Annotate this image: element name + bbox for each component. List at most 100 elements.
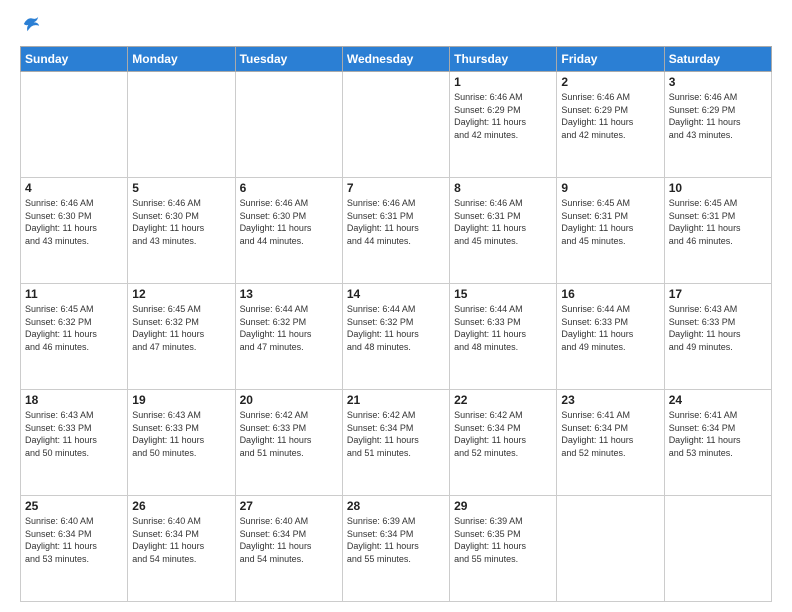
- day-sun-info: Sunrise: 6:46 AM Sunset: 6:29 PM Dayligh…: [669, 91, 767, 141]
- day-number: 14: [347, 287, 445, 301]
- day-number: 19: [132, 393, 230, 407]
- calendar-cell: 24 Sunrise: 6:41 AM Sunset: 6:34 PM Dayli…: [664, 390, 771, 496]
- day-number: 28: [347, 499, 445, 513]
- day-sun-info: Sunrise: 6:46 AM Sunset: 6:30 PM Dayligh…: [240, 197, 338, 247]
- day-number: 20: [240, 393, 338, 407]
- day-sun-info: Sunrise: 6:40 AM Sunset: 6:34 PM Dayligh…: [132, 515, 230, 565]
- calendar-cell: 14 Sunrise: 6:44 AM Sunset: 6:32 PM Dayli…: [342, 284, 449, 390]
- day-sun-info: Sunrise: 6:46 AM Sunset: 6:31 PM Dayligh…: [454, 197, 552, 247]
- day-sun-info: Sunrise: 6:44 AM Sunset: 6:33 PM Dayligh…: [454, 303, 552, 353]
- day-number: 1: [454, 75, 552, 89]
- day-number: 24: [669, 393, 767, 407]
- day-sun-info: Sunrise: 6:39 AM Sunset: 6:35 PM Dayligh…: [454, 515, 552, 565]
- day-number: 21: [347, 393, 445, 407]
- day-sun-info: Sunrise: 6:45 AM Sunset: 6:32 PM Dayligh…: [25, 303, 123, 353]
- day-sun-info: Sunrise: 6:46 AM Sunset: 6:31 PM Dayligh…: [347, 197, 445, 247]
- calendar-cell: 15 Sunrise: 6:44 AM Sunset: 6:33 PM Dayli…: [450, 284, 557, 390]
- day-number: 11: [25, 287, 123, 301]
- day-number: 26: [132, 499, 230, 513]
- day-sun-info: Sunrise: 6:42 AM Sunset: 6:34 PM Dayligh…: [454, 409, 552, 459]
- day-sun-info: Sunrise: 6:42 AM Sunset: 6:34 PM Dayligh…: [347, 409, 445, 459]
- day-sun-info: Sunrise: 6:39 AM Sunset: 6:34 PM Dayligh…: [347, 515, 445, 565]
- calendar-cell: 29 Sunrise: 6:39 AM Sunset: 6:35 PM Dayli…: [450, 496, 557, 602]
- calendar-cell: 4 Sunrise: 6:46 AM Sunset: 6:30 PM Daylig…: [21, 178, 128, 284]
- day-number: 2: [561, 75, 659, 89]
- day-sun-info: Sunrise: 6:46 AM Sunset: 6:29 PM Dayligh…: [454, 91, 552, 141]
- col-header-wednesday: Wednesday: [342, 47, 449, 72]
- day-number: 27: [240, 499, 338, 513]
- day-sun-info: Sunrise: 6:41 AM Sunset: 6:34 PM Dayligh…: [669, 409, 767, 459]
- calendar-cell: 10Sunrise: 6:45 AM Sunset: 6:31 PM Dayli…: [664, 178, 771, 284]
- day-number: 8: [454, 181, 552, 195]
- day-number: 9: [561, 181, 659, 195]
- calendar-week-row: 25Sunrise: 6:40 AM Sunset: 6:34 PM Dayli…: [21, 496, 772, 602]
- calendar-cell: 28 Sunrise: 6:39 AM Sunset: 6:34 PM Dayli…: [342, 496, 449, 602]
- calendar-cell: 5 Sunrise: 6:46 AM Sunset: 6:30 PM Daylig…: [128, 178, 235, 284]
- calendar-table: SundayMondayTuesdayWednesdayThursdayFrid…: [20, 46, 772, 602]
- calendar-header-row: SundayMondayTuesdayWednesdayThursdayFrid…: [21, 47, 772, 72]
- calendar-week-row: 4 Sunrise: 6:46 AM Sunset: 6:30 PM Daylig…: [21, 178, 772, 284]
- calendar-cell: 18 Sunrise: 6:43 AM Sunset: 6:33 PM Dayli…: [21, 390, 128, 496]
- calendar-cell: [557, 496, 664, 602]
- calendar-cell: 9Sunrise: 6:45 AM Sunset: 6:31 PM Daylig…: [557, 178, 664, 284]
- calendar-cell: 26 Sunrise: 6:40 AM Sunset: 6:34 PM Dayli…: [128, 496, 235, 602]
- calendar-cell: 20 Sunrise: 6:42 AM Sunset: 6:33 PM Dayli…: [235, 390, 342, 496]
- day-number: 3: [669, 75, 767, 89]
- calendar-cell: 21 Sunrise: 6:42 AM Sunset: 6:34 PM Dayli…: [342, 390, 449, 496]
- day-number: 15: [454, 287, 552, 301]
- day-number: 18: [25, 393, 123, 407]
- day-sun-info: Sunrise: 6:46 AM Sunset: 6:30 PM Dayligh…: [25, 197, 123, 247]
- calendar-cell: [664, 496, 771, 602]
- day-sun-info: Sunrise: 6:43 AM Sunset: 6:33 PM Dayligh…: [25, 409, 123, 459]
- day-sun-info: Sunrise: 6:43 AM Sunset: 6:33 PM Dayligh…: [132, 409, 230, 459]
- day-sun-info: Sunrise: 6:40 AM Sunset: 6:34 PM Dayligh…: [240, 515, 338, 565]
- day-number: 4: [25, 181, 123, 195]
- day-number: 23: [561, 393, 659, 407]
- calendar-cell: 1 Sunrise: 6:46 AM Sunset: 6:29 PM Daylig…: [450, 72, 557, 178]
- calendar-cell: 23Sunrise: 6:41 AM Sunset: 6:34 PM Dayli…: [557, 390, 664, 496]
- day-sun-info: Sunrise: 6:44 AM Sunset: 6:32 PM Dayligh…: [240, 303, 338, 353]
- day-sun-info: Sunrise: 6:46 AM Sunset: 6:29 PM Dayligh…: [561, 91, 659, 141]
- calendar-cell: 11 Sunrise: 6:45 AM Sunset: 6:32 PM Dayli…: [21, 284, 128, 390]
- day-number: 29: [454, 499, 552, 513]
- day-number: 16: [561, 287, 659, 301]
- col-header-sunday: Sunday: [21, 47, 128, 72]
- day-sun-info: Sunrise: 6:44 AM Sunset: 6:33 PM Dayligh…: [561, 303, 659, 353]
- day-number: 17: [669, 287, 767, 301]
- day-sun-info: Sunrise: 6:45 AM Sunset: 6:32 PM Dayligh…: [132, 303, 230, 353]
- calendar-cell: 19 Sunrise: 6:43 AM Sunset: 6:33 PM Dayli…: [128, 390, 235, 496]
- calendar-cell: 12 Sunrise: 6:45 AM Sunset: 6:32 PM Dayli…: [128, 284, 235, 390]
- col-header-friday: Friday: [557, 47, 664, 72]
- calendar-cell: 2 Sunrise: 6:46 AM Sunset: 6:29 PM Daylig…: [557, 72, 664, 178]
- calendar-cell: [235, 72, 342, 178]
- calendar-cell: [342, 72, 449, 178]
- calendar-cell: 25Sunrise: 6:40 AM Sunset: 6:34 PM Dayli…: [21, 496, 128, 602]
- day-sun-info: Sunrise: 6:46 AM Sunset: 6:30 PM Dayligh…: [132, 197, 230, 247]
- day-number: 6: [240, 181, 338, 195]
- calendar-cell: 7 Sunrise: 6:46 AM Sunset: 6:31 PM Daylig…: [342, 178, 449, 284]
- calendar-cell: 27 Sunrise: 6:40 AM Sunset: 6:34 PM Dayli…: [235, 496, 342, 602]
- calendar-week-row: 11 Sunrise: 6:45 AM Sunset: 6:32 PM Dayli…: [21, 284, 772, 390]
- calendar-cell: 17 Sunrise: 6:43 AM Sunset: 6:33 PM Dayli…: [664, 284, 771, 390]
- calendar-cell: [128, 72, 235, 178]
- day-number: 22: [454, 393, 552, 407]
- calendar-cell: 8 Sunrise: 6:46 AM Sunset: 6:31 PM Daylig…: [450, 178, 557, 284]
- day-sun-info: Sunrise: 6:43 AM Sunset: 6:33 PM Dayligh…: [669, 303, 767, 353]
- calendar-cell: 3 Sunrise: 6:46 AM Sunset: 6:29 PM Daylig…: [664, 72, 771, 178]
- calendar-week-row: 18 Sunrise: 6:43 AM Sunset: 6:33 PM Dayli…: [21, 390, 772, 496]
- day-number: 7: [347, 181, 445, 195]
- calendar-cell: 16 Sunrise: 6:44 AM Sunset: 6:33 PM Dayli…: [557, 284, 664, 390]
- day-number: 5: [132, 181, 230, 195]
- calendar-week-row: 1 Sunrise: 6:46 AM Sunset: 6:29 PM Daylig…: [21, 72, 772, 178]
- day-number: 12: [132, 287, 230, 301]
- day-sun-info: Sunrise: 6:45 AM Sunset: 6:31 PM Dayligh…: [669, 197, 767, 247]
- day-number: 13: [240, 287, 338, 301]
- day-sun-info: Sunrise: 6:40 AM Sunset: 6:34 PM Dayligh…: [25, 515, 123, 565]
- page-header: [20, 16, 772, 38]
- day-sun-info: Sunrise: 6:44 AM Sunset: 6:32 PM Dayligh…: [347, 303, 445, 353]
- col-header-saturday: Saturday: [664, 47, 771, 72]
- col-header-tuesday: Tuesday: [235, 47, 342, 72]
- day-sun-info: Sunrise: 6:42 AM Sunset: 6:33 PM Dayligh…: [240, 409, 338, 459]
- logo-bird-icon: [22, 15, 40, 33]
- calendar-cell: 6 Sunrise: 6:46 AM Sunset: 6:30 PM Daylig…: [235, 178, 342, 284]
